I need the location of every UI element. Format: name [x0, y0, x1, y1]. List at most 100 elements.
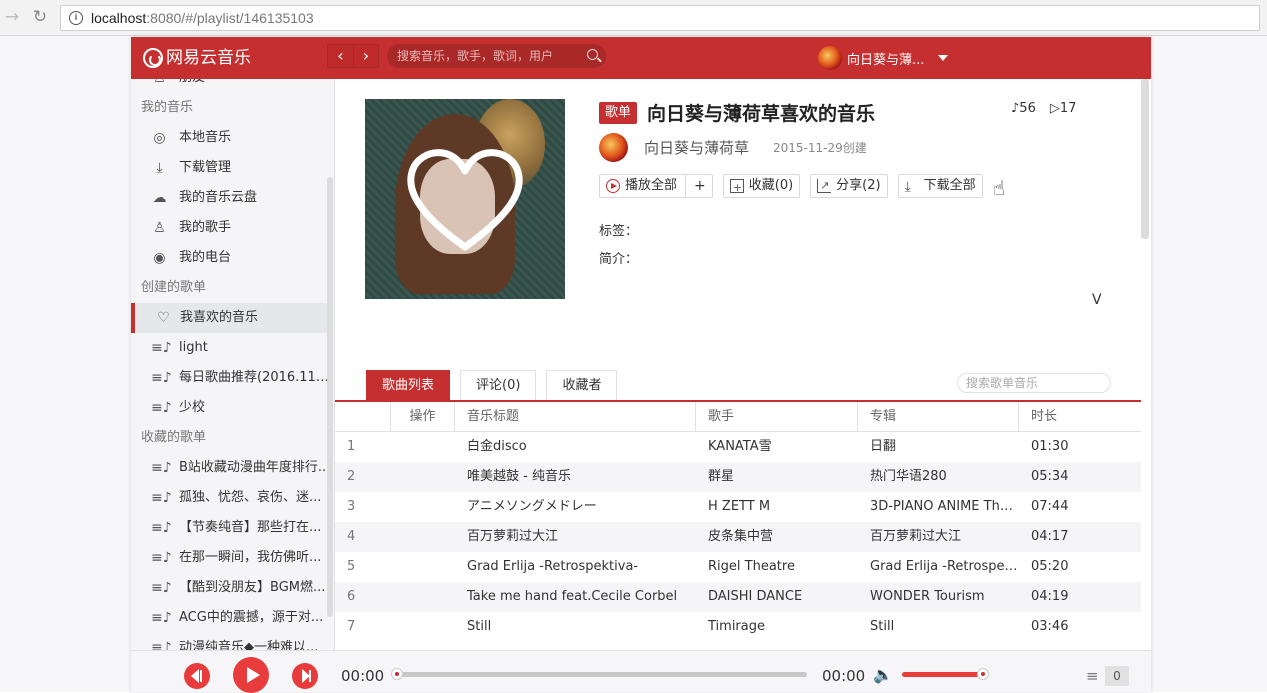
playlist-icon: ≡♪: [151, 610, 172, 626]
creator-name[interactable]: 向日葵与薄荷草: [644, 137, 749, 158]
sidebar-item-collected-2[interactable]: ≡♪ 【节奏纯音】那些打在...: [131, 513, 331, 543]
download-all-button[interactable]: 下载全部: [897, 174, 983, 198]
play-all-button[interactable]: 播放全部 +: [599, 174, 713, 198]
next-button[interactable]: [292, 663, 318, 689]
cell-artist: KANATA雪: [708, 439, 772, 454]
playlist-icon: ≡♪: [151, 400, 172, 416]
sidebar-scrollbar[interactable]: [327, 177, 333, 617]
sidebar-item-my_music-1[interactable]: ⤓ 下载管理: [131, 153, 331, 183]
address-bar[interactable]: i localhost:8080/#/playlist/146135103: [60, 5, 1260, 31]
col-artist[interactable]: 歌手: [696, 402, 858, 431]
sidebar-item-my_music-4[interactable]: ◉ 我的电台: [131, 243, 331, 273]
back-button[interactable]: ‹: [328, 45, 353, 67]
playlist-stats: ♪56 ▷17: [1011, 101, 1076, 116]
tab-comments[interactable]: 评论(0): [460, 370, 537, 400]
collect-button[interactable]: 收藏(0): [722, 174, 801, 199]
sidebar-item-collected-3[interactable]: ≡♪ 在那一瞬间，我仿佛听...: [131, 543, 331, 573]
song-count-value: 56: [1019, 101, 1036, 116]
play-count: ▷17: [1050, 101, 1077, 116]
volume-knob[interactable]: [977, 668, 990, 680]
cell-idx: 4: [347, 529, 356, 544]
table-row[interactable]: 1 白金disco KANATA雪 日翻 01:30: [335, 432, 1141, 462]
cell-title: 白金disco: [467, 439, 527, 454]
prev-button[interactable]: [184, 663, 210, 689]
table-body: 1 白金disco KANATA雪 日翻 01:30 2 唯美越鼓 - 纯音乐 群星 热门华语2…: [335, 432, 1141, 642]
prev-bar: [200, 670, 202, 682]
user-menu[interactable]: 向日葵与薄...: [818, 44, 949, 72]
forward-button[interactable]: ›: [353, 45, 378, 67]
cell-artist: DAISHI DANCE: [708, 589, 803, 604]
playlist-main: 歌单 向日葵与薄荷草喜欢的音乐 ♪56 ▷17 向日葵与薄荷草 2015-11-…: [335, 79, 1151, 650]
tab-collectors[interactable]: 收藏者: [546, 370, 618, 400]
col-duration[interactable]: 时长: [1019, 402, 1141, 431]
progress-knob[interactable]: [391, 668, 403, 680]
section-header-my-music: 我的音乐: [141, 100, 194, 115]
avatar[interactable]: [818, 46, 842, 70]
share-button[interactable]: 分享(2): [810, 174, 888, 198]
cell-artist: Timirage: [708, 619, 765, 634]
sidebar-item-label: B站收藏动漫曲年度排行...: [179, 460, 331, 475]
download-icon: ⤓: [156, 160, 163, 176]
sidebar-item-my_music-0[interactable]: ◎ 本地音乐: [131, 123, 331, 153]
sidebar-item-created-1[interactable]: ≡♪ light: [131, 333, 331, 363]
sidebar-item-collected-4[interactable]: ≡♪ 【酷到没朋友】BGM燃...: [131, 573, 331, 603]
cell-op: [391, 552, 455, 582]
play-button[interactable]: [233, 657, 269, 693]
table-row[interactable]: 6 Take me hand feat.Cecile Corbel DAISHI D…: [335, 582, 1141, 612]
progress-slider[interactable]: [391, 668, 807, 680]
sidebar-item-my_music-2[interactable]: ☁ 我的音乐云盘: [131, 183, 331, 213]
sidebar-item-friends[interactable]: ♙ 朋友: [131, 79, 331, 93]
reload-icon[interactable]: ↻: [30, 6, 50, 28]
sidebar-item-collected-5[interactable]: ≡♪ ACG中的震撼，源于对...: [131, 603, 331, 633]
col-album[interactable]: 专辑: [858, 402, 1019, 431]
sidebar-item-label: 每日歌曲推荐(2016.11....: [179, 370, 331, 385]
sidebar: ♙ 朋友 我的音乐 ◎ 本地音乐 ⤓ 下载管理 ☁ 我的音乐云盘 ♙ 我的歌手 ◉ 我的电台 创建…: [131, 79, 335, 650]
table-row[interactable]: 2 唯美越鼓 - 纯音乐 群星 热门华语280 05:34: [335, 462, 1141, 492]
col-title[interactable]: 音乐标题: [455, 402, 696, 431]
username[interactable]: 向日葵与薄...: [847, 49, 924, 68]
sidebar-item-label: 动漫纯音乐◆一种难以...: [179, 640, 319, 650]
search-icon[interactable]: [587, 49, 598, 60]
table-row[interactable]: 4 百万萝莉过大江 皮条集中营 百万萝莉过大江 04:17: [335, 522, 1141, 552]
sidebar-item-collected-0[interactable]: ≡♪ B站收藏动漫曲年度排行...: [131, 453, 331, 483]
share-label: 分享(2): [836, 178, 881, 193]
sidebar-item-label: ACG中的震撼，源于对...: [179, 610, 324, 625]
app-logo[interactable]: 网易云音乐: [143, 43, 251, 73]
sidebar-item-created-0[interactable]: ♡ 我喜欢的音乐: [131, 303, 331, 333]
back-arrow-icon[interactable]: →: [2, 6, 22, 28]
download-icon: [905, 176, 919, 198]
creator-avatar[interactable]: [599, 133, 628, 162]
volume-slider[interactable]: [902, 668, 990, 680]
table-row[interactable]: 7 Still Timirage Still 03:46: [335, 612, 1141, 642]
main-scrollbar[interactable]: [1141, 79, 1149, 239]
sidebar-item-collected-1[interactable]: ≡♪ 孤独、忧怨、哀伤、迷...: [131, 483, 331, 513]
sidebar-item-label: 孤独、忧怨、哀伤、迷...: [179, 490, 322, 505]
music-note-circle-icon: ◎: [153, 130, 166, 146]
cell-album: 热门华语280: [870, 469, 947, 484]
cell-title: Take me hand feat.Cecile Corbel: [467, 589, 678, 604]
cell-artist: 群星: [708, 469, 735, 484]
sidebar-item-collected-6[interactable]: ≡♪ 动漫纯音乐◆一种难以...: [131, 633, 331, 650]
playlist-queue-icon[interactable]: ≡: [1086, 667, 1099, 685]
add-to-queue-button[interactable]: +: [685, 175, 706, 197]
sidebar-item-created-2[interactable]: ≡♪ 每日歌曲推荐(2016.11....: [131, 363, 331, 393]
expand-toggle[interactable]: V: [1092, 292, 1102, 308]
sidebar-item-label: 【节奏纯音】那些打在...: [179, 520, 322, 535]
chevron-down-icon[interactable]: [938, 55, 949, 61]
table-row[interactable]: 5 Grad Erlija -Retrospektiva- Rigel Theatr…: [335, 552, 1141, 582]
sidebar-item-my_music-3[interactable]: ♙ 我的歌手: [131, 213, 331, 243]
search-input[interactable]: 搜索音乐，歌手，歌词，用户: [387, 44, 606, 68]
sidebar-item-label: light: [179, 340, 208, 355]
cell-duration: 05:20: [1031, 559, 1069, 574]
tab-songs[interactable]: 歌曲列表: [366, 370, 451, 400]
table-row[interactable]: 3 アニメソングメドレー H ZETT M 3D-PIANO ANIME The...…: [335, 492, 1141, 522]
cell-duration: 04:19: [1031, 589, 1069, 604]
col-op[interactable]: 操作: [391, 402, 455, 431]
info-icon[interactable]: i: [69, 11, 83, 25]
sidebar-item-created-3[interactable]: ≡♪ 少校: [131, 393, 331, 423]
cell-idx: 6: [347, 589, 356, 604]
queue-count[interactable]: 0: [1105, 666, 1129, 686]
volume-icon[interactable]: 🔈: [873, 665, 893, 684]
netease-logo-icon: [143, 48, 163, 68]
song-search-input[interactable]: 搜索歌单音乐: [957, 373, 1111, 393]
